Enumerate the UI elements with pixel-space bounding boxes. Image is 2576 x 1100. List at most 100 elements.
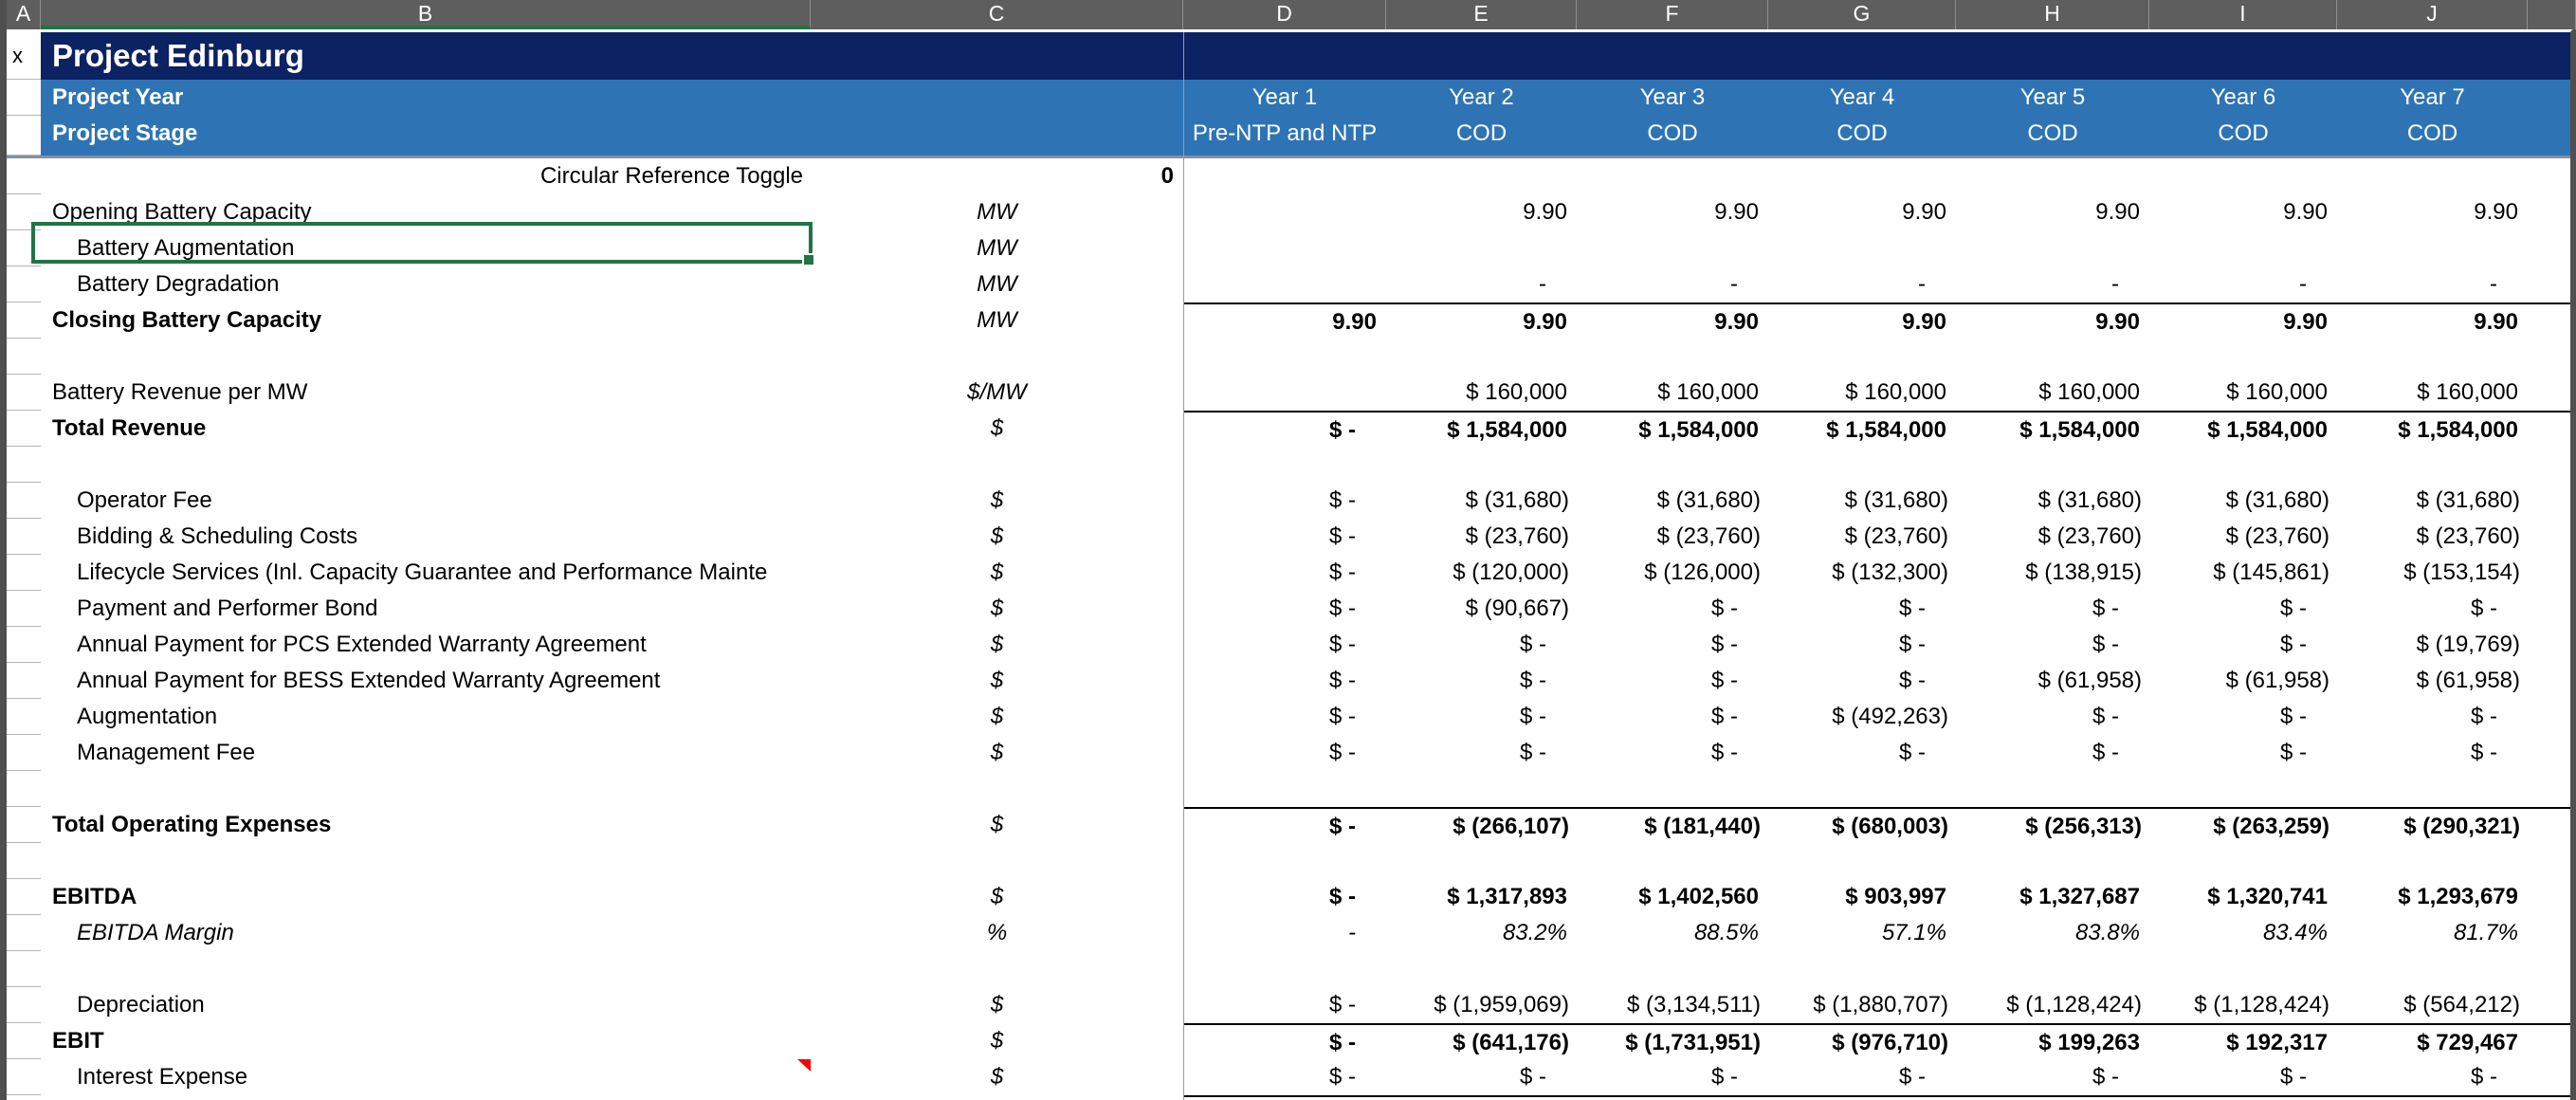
value-cell[interactable]: $ - (2149, 1059, 2337, 1095)
value-cell[interactable]: $ - (1183, 519, 1386, 555)
value-cell[interactable] (1183, 375, 1386, 411)
row-label-cell[interactable] (41, 1095, 811, 1100)
project-stage-row-label[interactable]: Project Stage (41, 116, 811, 156)
value-cell[interactable]: $ 160,000 (1956, 375, 2149, 411)
value-cell[interactable]: $ - (2337, 699, 2528, 735)
value-cell[interactable]: $ (641,176) (1386, 1023, 1577, 1059)
unit-cell[interactable]: MW (811, 194, 1183, 230)
unit-cell[interactable]: $ (811, 1059, 1183, 1095)
row-label-cell[interactable] (41, 771, 811, 807)
cell[interactable] (2528, 627, 2570, 663)
value-cell[interactable]: $ 160,000 (1577, 375, 1768, 411)
row-label-cell[interactable]: Battery Augmentation (41, 230, 811, 266)
unit-cell[interactable]: $ (811, 627, 1183, 663)
value-cell[interactable]: $ (31,680) (1956, 483, 2149, 519)
value-cell[interactable]: $ - (2149, 699, 2337, 735)
value-cell[interactable]: $ 192,317 (2149, 1023, 2337, 1059)
unit-cell[interactable]: $/MW (811, 375, 1183, 411)
column-header-a[interactable]: A (7, 0, 41, 29)
column-header-g[interactable]: G (1768, 0, 1956, 29)
value-cell[interactable] (1768, 843, 1956, 879)
value-cell[interactable]: $ - (1768, 591, 1956, 627)
value-cell[interactable]: $ (61,958) (2337, 663, 2528, 699)
value-cell[interactable]: 88.5% (1577, 915, 1768, 951)
cell[interactable] (2528, 411, 2570, 447)
value-cell[interactable]: $ (266,107) (1386, 807, 1577, 843)
cell[interactable] (2528, 194, 2570, 230)
value-cell[interactable]: $ - (2149, 735, 2337, 771)
row-label-cell[interactable]: EBITDA (41, 879, 811, 915)
row-label-cell[interactable]: EBIT (41, 1023, 811, 1059)
value-cell[interactable]: $ 199,263 (1956, 1023, 2149, 1059)
value-cell[interactable]: $ - (1768, 663, 1956, 699)
value-cell[interactable] (1956, 771, 2149, 807)
value-cell[interactable]: $ 1,320,741 (2149, 879, 2337, 915)
cell[interactable] (2528, 266, 2570, 302)
value-cell[interactable]: $ 199,263 (1956, 1095, 2149, 1100)
cell[interactable] (2528, 807, 2570, 843)
value-cell[interactable]: $ - (1386, 699, 1577, 735)
stage-cell[interactable]: COD (1956, 116, 2149, 156)
value-cell[interactable] (2149, 951, 2337, 987)
value-cell[interactable]: $ - (1183, 663, 1386, 699)
value-cell[interactable]: $ (31,680) (1386, 483, 1577, 519)
value-cell[interactable]: $ - (2337, 591, 2528, 627)
value-cell[interactable]: 9.90 (2337, 302, 2528, 339)
cell-row-header[interactable] (7, 915, 41, 951)
value-cell[interactable]: $ - (1577, 663, 1768, 699)
cell[interactable] (2528, 555, 2570, 591)
value-cell[interactable] (1577, 158, 1768, 194)
value-cell[interactable]: $ - (1768, 735, 1956, 771)
value-cell[interactable]: 81.7% (2337, 915, 2528, 951)
column-header-i[interactable]: I (2149, 0, 2337, 29)
value-cell[interactable]: $ (31,680) (1768, 483, 1956, 519)
value-cell[interactable]: 9.90 (1768, 194, 1956, 230)
column-header-c[interactable]: C (811, 0, 1183, 29)
value-cell[interactable] (1768, 230, 1956, 266)
value-cell[interactable]: $ (1,959,069) (1386, 987, 1577, 1023)
unit-cell[interactable]: $ (811, 735, 1183, 771)
row-label-cell[interactable]: Battery Degradation (41, 266, 811, 302)
project-title-cell[interactable]: Project Edinburg (41, 32, 2570, 80)
project-year-row-label[interactable]: Project Year (41, 80, 811, 116)
value-cell[interactable]: $ - (1956, 591, 2149, 627)
value-cell[interactable] (2337, 230, 2528, 266)
value-cell[interactable]: $ 1,317,893 (1386, 879, 1577, 915)
value-cell[interactable]: $ (23,760) (2149, 519, 2337, 555)
value-cell[interactable] (2149, 771, 2337, 807)
row-label-cell[interactable] (41, 447, 811, 483)
row-label-cell[interactable] (41, 339, 811, 375)
cell[interactable] (2528, 158, 2570, 194)
value-cell[interactable] (1956, 447, 2149, 483)
value-cell[interactable] (1768, 771, 1956, 807)
value-cell[interactable]: $ 1,327,687 (1956, 879, 2149, 915)
year-cell[interactable]: Year 4 (1768, 80, 1956, 116)
stage-cell[interactable]: COD (1386, 116, 1577, 156)
cell[interactable] (2528, 663, 2570, 699)
value-cell[interactable]: $ 160,000 (1386, 375, 1577, 411)
value-cell[interactable] (1956, 230, 2149, 266)
unit-cell[interactable]: $ (811, 699, 1183, 735)
value-cell[interactable]: $ (23,760) (1386, 519, 1577, 555)
cell[interactable] (2528, 951, 2570, 987)
unit-cell[interactable]: % (811, 915, 1183, 951)
value-cell[interactable] (1386, 158, 1577, 194)
cell-row-header[interactable] (7, 555, 41, 591)
value-cell[interactable]: $ (153,154) (2337, 555, 2528, 591)
value-cell[interactable]: - (1956, 266, 2149, 302)
value-cell[interactable] (1386, 447, 1577, 483)
value-cell[interactable] (1577, 843, 1768, 879)
stage-cell[interactable]: Pre-NTP and NTP (1183, 116, 1386, 156)
value-cell[interactable]: $ (1,731,951) (1577, 1095, 1768, 1100)
value-cell[interactable] (1956, 158, 2149, 194)
unit-cell[interactable] (811, 843, 1183, 879)
value-cell[interactable] (1768, 339, 1956, 375)
value-cell[interactable]: 57.1% (1768, 915, 1956, 951)
value-cell[interactable]: $ (263,259) (2149, 807, 2337, 843)
row-label-cell[interactable]: Bidding & Scheduling Costs (41, 519, 811, 555)
value-cell[interactable]: 9.90 (1956, 302, 2149, 339)
cell-row-header[interactable] (7, 375, 41, 411)
value-cell[interactable]: $ 729,467 (2337, 1095, 2528, 1100)
value-cell[interactable]: $ 160,000 (2337, 375, 2528, 411)
stage-cell[interactable]: COD (1577, 116, 1768, 156)
